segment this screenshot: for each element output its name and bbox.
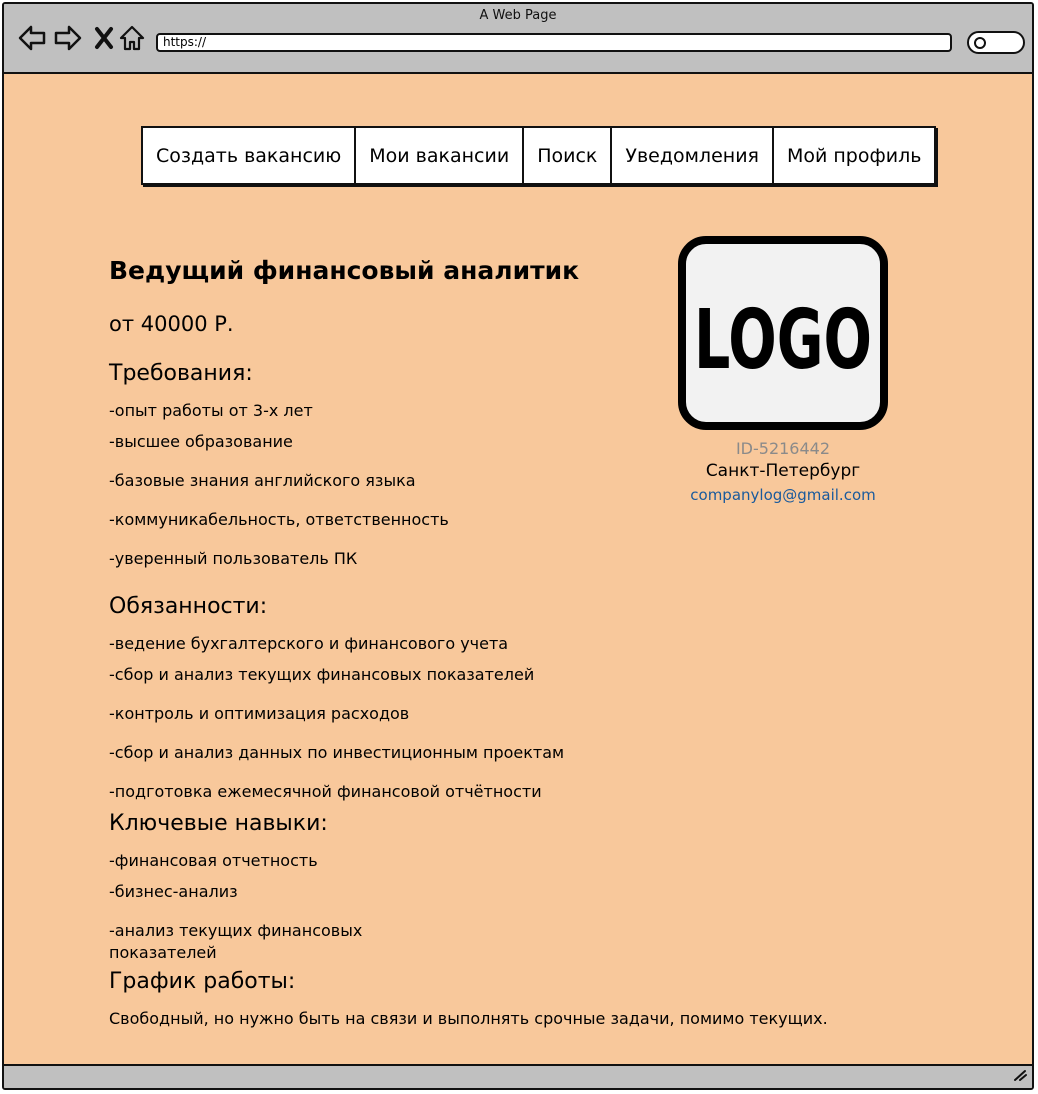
job-title: Ведущий финансовый аналитик — [109, 256, 580, 285]
duties-title: Обязанности: — [109, 594, 268, 619]
home-icon[interactable] — [118, 24, 146, 52]
main-menu: Создать вакансию Мои вакансии Поиск Увед… — [141, 126, 937, 185]
requirement-item: -базовые знания английского языка — [109, 471, 416, 490]
company-city: Санкт-Петербург — [705, 461, 861, 481]
back-arrow-icon[interactable] — [18, 24, 46, 52]
skill-item: -финансовая отчетность — [109, 851, 318, 870]
requirement-item: -высшее образование — [109, 432, 293, 451]
skills-title: Ключевые навыки: — [109, 811, 328, 836]
svg-text:LOGO: LOGO — [694, 296, 872, 376]
duty-item: -контроль и оптимизация расходов — [109, 704, 410, 723]
duty-item: -ведение бухгалтерского и финансового уч… — [109, 634, 509, 653]
browser-window: A Web Page https:// Создать вакансию Мои… — [2, 2, 1034, 1090]
company-logo: LOGO — [678, 236, 888, 430]
skill-item: -бизнес-анализ — [109, 882, 238, 901]
schedule-text: Свободный, но нужно быть на связи и выпо… — [109, 1009, 828, 1028]
menu-item-search[interactable]: Поиск — [524, 128, 613, 183]
requirement-item: -опыт работы от 3-х лет — [109, 401, 313, 420]
forward-arrow-icon[interactable] — [54, 24, 82, 52]
browser-search-field[interactable] — [967, 31, 1025, 54]
skill-item: -анализ текущих финансовых — [109, 921, 363, 940]
company-id: ID-5216442 — [735, 439, 831, 458]
window-title: A Web Page — [479, 8, 557, 23]
browser-toolbar: A Web Page https:// — [4, 4, 1032, 74]
logo-text: LOGO — [694, 296, 872, 376]
menu-item-notifications[interactable]: Уведомления — [612, 128, 774, 183]
close-icon[interactable] — [90, 24, 118, 52]
duty-item: -подготовка ежемесячной финансовой отчёт… — [109, 782, 542, 801]
job-salary: от 40000 Р. — [109, 312, 234, 336]
resize-grip-icon[interactable] — [1012, 1067, 1028, 1086]
address-bar[interactable]: https:// — [156, 33, 952, 52]
company-email-link[interactable]: companylog@gmail.com — [678, 486, 888, 504]
schedule-title: График работы: — [109, 969, 296, 994]
menu-item-my-vacancies[interactable]: Мои вакансии — [356, 128, 525, 183]
requirements-title: Требования: — [109, 361, 253, 386]
duty-item: -сбор и анализ данных по инвестиционным … — [109, 743, 565, 762]
duty-item: -сбор и анализ текущих финансовых показа… — [109, 665, 535, 684]
requirement-item: -коммуникабельность, ответственность — [109, 510, 449, 529]
menu-item-my-profile[interactable]: Мой профиль — [774, 128, 934, 183]
skill-item-continuation: показателей — [109, 943, 217, 962]
menu-item-create-vacancy[interactable]: Создать вакансию — [143, 128, 357, 183]
browser-status-bar — [4, 1064, 1032, 1088]
requirement-item: -уверенный пользователь ПК — [109, 549, 358, 568]
